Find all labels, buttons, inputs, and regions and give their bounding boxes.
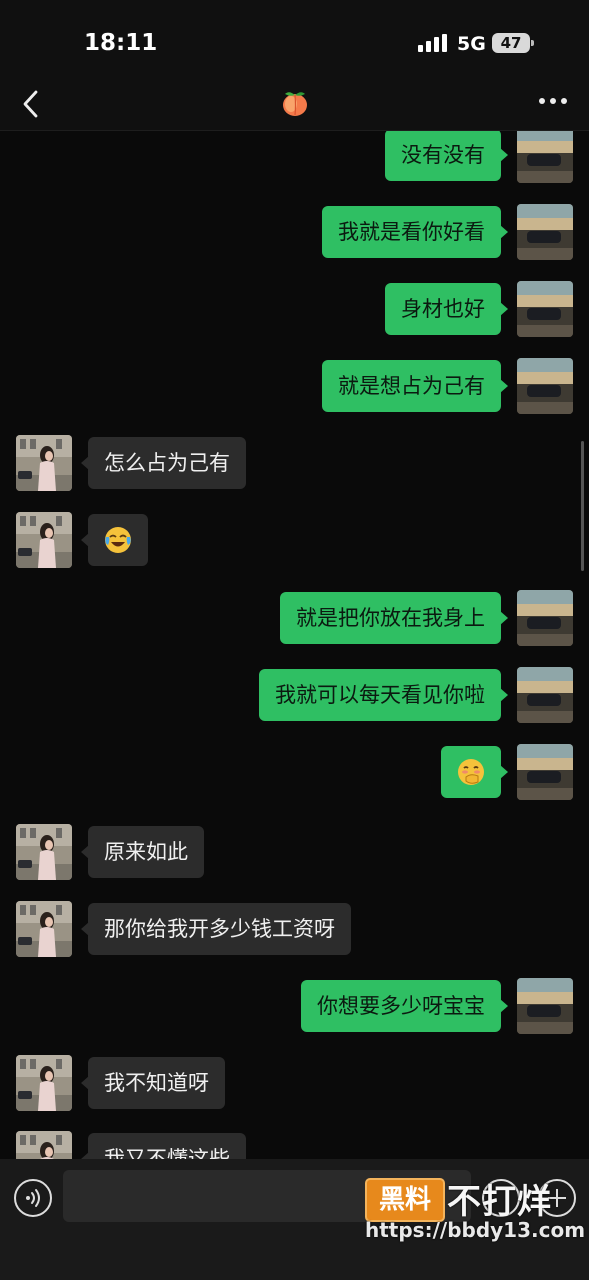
message-row: 那你给我开多少钱工资呀 <box>0 901 589 961</box>
message-row: 身材也好 <box>0 281 589 341</box>
battery-level: 47 <box>500 34 522 52</box>
message-row: 就是想占为己有 <box>0 358 589 418</box>
message-row: 我就是看你好看 <box>0 204 589 264</box>
sent-message-bubble[interactable]: 没有没有 <box>385 131 508 181</box>
message-row: 我就可以每天看见你啦 <box>0 667 589 727</box>
message-row <box>0 512 589 572</box>
chat-header <box>0 80 589 131</box>
battery-icon: 47 <box>492 33 534 53</box>
scrollbar[interactable] <box>581 441 584 571</box>
my-avatar[interactable] <box>517 281 573 337</box>
message-row: 没有没有 <box>0 131 589 187</box>
sent-message-bubble[interactable]: 身材也好 <box>385 283 508 335</box>
network-type: 5G <box>457 33 486 55</box>
chevron-left-icon[interactable] <box>16 86 48 122</box>
received-message-bubble[interactable]: 我又不懂这些 <box>81 1133 246 1159</box>
received-message-bubble[interactable]: 原来如此 <box>81 826 204 878</box>
message-list[interactable]: 没有没有 我就是看你好看 身材也好 就是想占为己有 怎么占为己有 就是把你放在我… <box>0 131 589 1159</box>
laughing-crying-emoji-icon <box>105 527 131 553</box>
peach-emoji-icon <box>280 88 310 118</box>
watermark: 黑料 不打烊 https://bbdy13.com <box>365 1172 585 1244</box>
received-message-bubble[interactable]: 怎么占为己有 <box>81 437 246 489</box>
contact-avatar[interactable] <box>16 512 72 568</box>
sent-message-bubble[interactable]: 我就可以每天看见你啦 <box>259 669 508 721</box>
my-avatar[interactable] <box>517 978 573 1034</box>
sent-message-bubble[interactable]: 就是把你放在我身上 <box>280 592 508 644</box>
contact-avatar[interactable] <box>16 1131 72 1159</box>
my-avatar[interactable] <box>517 204 573 260</box>
my-avatar[interactable] <box>517 131 573 183</box>
my-avatar[interactable] <box>517 744 573 800</box>
sent-message-bubble[interactable]: 就是想占为己有 <box>322 360 508 412</box>
contact-avatar[interactable] <box>16 1055 72 1111</box>
sent-message-bubble[interactable]: 我就是看你好看 <box>322 206 508 258</box>
watermark-url: https://bbdy13.com <box>365 1218 586 1242</box>
my-avatar[interactable] <box>517 590 573 646</box>
more-dots-icon[interactable] <box>539 98 567 106</box>
message-row: 我又不懂这些 <box>0 1131 589 1159</box>
message-row: 原来如此 <box>0 824 589 884</box>
sent-message-bubble[interactable]: 你想要多少呀宝宝 <box>301 980 508 1032</box>
signal-icon <box>418 34 448 52</box>
received-message-bubble[interactable]: 我不知道呀 <box>81 1057 225 1109</box>
contact-avatar[interactable] <box>16 435 72 491</box>
received-message-bubble[interactable] <box>81 514 148 566</box>
message-row: 怎么占为己有 <box>0 435 589 495</box>
sent-message-bubble[interactable] <box>441 746 508 798</box>
message-row: 就是把你放在我身上 <box>0 590 589 650</box>
message-row <box>0 744 589 804</box>
message-row: 我不知道呀 <box>0 1055 589 1115</box>
message-row: 你想要多少呀宝宝 <box>0 978 589 1038</box>
shy-hand-over-mouth-emoji-icon <box>458 759 484 785</box>
contact-avatar[interactable] <box>16 824 72 880</box>
contact-avatar[interactable] <box>16 901 72 957</box>
received-message-bubble[interactable]: 那你给我开多少钱工资呀 <box>81 903 351 955</box>
watermark-badge: 黑料 <box>365 1178 445 1222</box>
status-bar: 18:11 5G 47 <box>0 0 589 80</box>
watermark-text: 不打烊 <box>447 1182 552 1222</box>
my-avatar[interactable] <box>517 358 573 414</box>
my-avatar[interactable] <box>517 667 573 723</box>
status-time: 18:11 <box>84 30 158 56</box>
voice-icon[interactable] <box>14 1179 52 1217</box>
